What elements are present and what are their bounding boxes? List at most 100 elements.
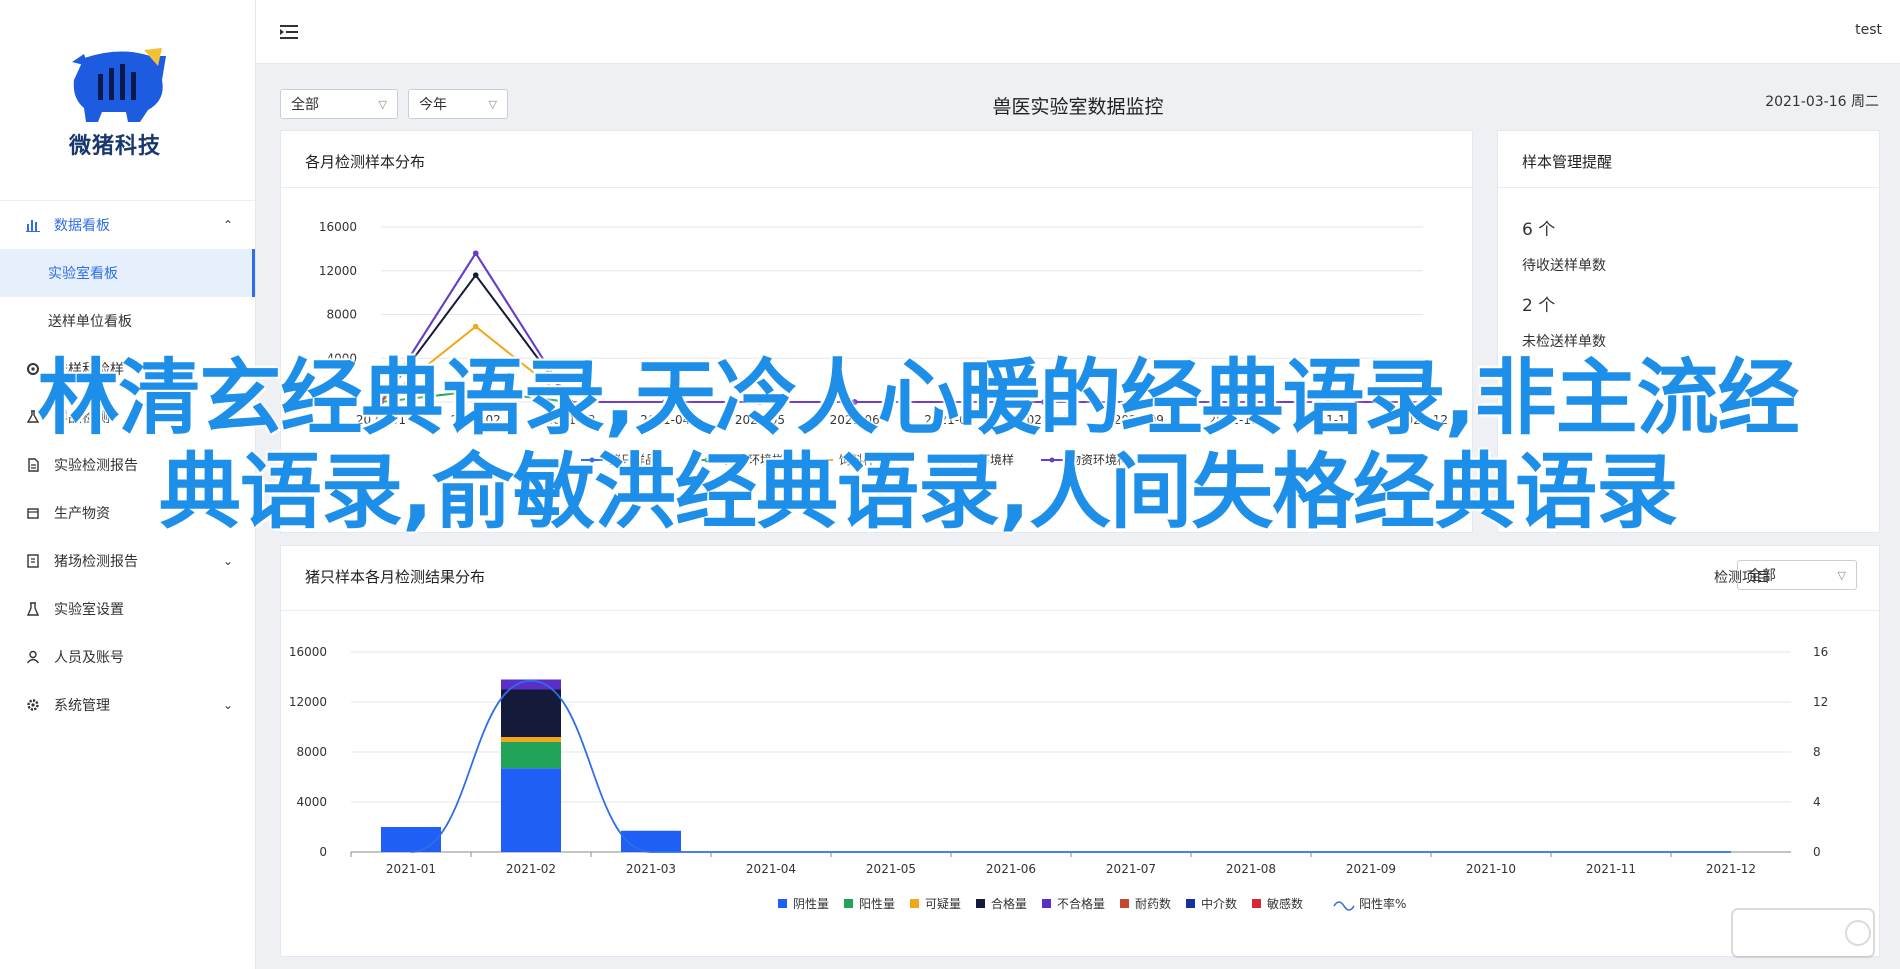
legend-swatch: [844, 899, 853, 908]
report-icon: [24, 552, 42, 570]
y2-tick-label: 12: [1813, 695, 1828, 709]
bar-segment: [501, 737, 561, 742]
topbar: test: [256, 0, 1900, 64]
legend-swatch: [976, 899, 985, 908]
sidebar-item-farm-report[interactable]: 猪场检测报告 ⌄: [0, 537, 255, 585]
legend-label: 耐药数: [1135, 896, 1171, 911]
lab-icon: [24, 600, 42, 618]
sidebar-item-label: 系统管理: [54, 698, 110, 714]
card-divider: [281, 187, 1472, 188]
sidebar-item-system[interactable]: 系统管理 ⌄: [0, 681, 255, 729]
overlay-banner-text: 林清玄经典语录,天冷人心暖的经典语录,非主流经典语录,俞敏洪经典语录,人间失格经…: [37, 351, 1799, 540]
x-tick-label: 2021-06: [986, 862, 1036, 876]
card-title: 样本管理提醒: [1522, 153, 1613, 171]
result-distribution-card: 猪只样本各月检测结果分布 检测项目 全部 ▽ 0 4000 8000 12000 160…: [280, 545, 1880, 957]
y-tick-label: 12000: [289, 695, 327, 709]
x-tick-label: 2021-03: [626, 862, 676, 876]
x-tick-label: 2021-10: [1466, 862, 1516, 876]
legend-label: 阳性率%: [1359, 896, 1406, 911]
y2-tick-label: 4: [1813, 795, 1821, 809]
sidebar-item-label: 猪场检测报告: [54, 554, 138, 570]
card-title: 猪只样本各月检测结果分布: [305, 568, 486, 586]
legend-swatch: [1252, 899, 1261, 908]
data-point: [472, 250, 479, 257]
pig-logo-icon: [72, 48, 166, 122]
y2-tick-label: 8: [1813, 745, 1821, 759]
legend-swatch: [1186, 899, 1195, 908]
bar-segment: [501, 768, 561, 852]
chevron-up-icon: ⌃: [222, 218, 233, 232]
y-tick-label: 8000: [326, 308, 357, 322]
page-title: 兽医实验室数据监控: [992, 96, 1164, 118]
sidebar-subitem-lab-board[interactable]: 实验室看板: [0, 249, 255, 297]
y-tick-label: 16000: [289, 645, 327, 659]
rate-line: [410, 679, 1731, 853]
y-tick-label: 16000: [319, 220, 357, 234]
legend-label: 可疑量: [925, 896, 961, 911]
detect-item-select[interactable]: 全部 ▽: [1737, 560, 1857, 590]
sidebar-item-label: 人员及账号: [54, 650, 124, 666]
chevron-down-icon: ▽: [1837, 568, 1846, 582]
y-tick-label: 8000: [296, 745, 327, 759]
sidebar-item-label: 实验室设置: [54, 602, 124, 618]
y2-tick-label: 0: [1813, 845, 1821, 859]
x-tick-label: 2021-08: [1226, 862, 1276, 876]
card-divider: [1498, 187, 1879, 188]
x-tick-label: 2021-02: [506, 862, 556, 876]
legend-swatch: [1120, 899, 1129, 908]
data-point: [472, 272, 479, 278]
x-tick-label: 2021-04: [746, 862, 796, 876]
x-tick-label: 2021-09: [1346, 862, 1396, 876]
data-point: [472, 323, 479, 330]
sidebar-subitem-unit-board[interactable]: 送样单位看板: [0, 297, 255, 345]
x-tick-label: 2021-01: [386, 862, 436, 876]
card-title: 各月检测样本分布: [305, 153, 426, 171]
legend-label: 中介数: [1201, 896, 1237, 911]
legend-label: 阴性量: [793, 897, 829, 911]
legend-label: 阳性量: [859, 897, 895, 911]
bar-chart-icon: [24, 216, 42, 234]
brand-name: 微猪科技: [68, 134, 161, 159]
bar-segment: [621, 830, 681, 852]
bar-segment: [501, 742, 561, 769]
settings-icon: [24, 696, 42, 714]
watermark-logo-icon: [1731, 908, 1875, 958]
chevron-down-icon: ⌄: [222, 698, 233, 712]
legend-line: [1333, 901, 1355, 911]
y-tick-label: 0: [319, 845, 327, 859]
pending-receive-label: 待收送样单数: [1522, 258, 1606, 274]
x-tick-label: 2021-12: [1706, 862, 1756, 876]
bar-segment: [501, 689, 561, 737]
pending-receive-count[interactable]: 6 个: [1522, 215, 1555, 240]
legend-swatch: [1042, 899, 1051, 908]
sidebar-item-dashboard[interactable]: 数据看板 ⌃: [0, 201, 255, 249]
sidebar-item-label: 数据看板: [54, 218, 110, 234]
user-name[interactable]: test: [1855, 22, 1882, 38]
y-tick-label: 12000: [319, 264, 357, 278]
chevron-down-icon: ⌄: [222, 554, 233, 568]
bar-segment: [381, 827, 441, 852]
detect-item-value: 全部: [1748, 568, 1776, 584]
legend-label: 敏感数: [1267, 896, 1303, 911]
x-tick-label: 2021-11: [1586, 862, 1636, 876]
current-date: 2021-03-16 周二: [1765, 94, 1879, 110]
y2-tick-label: 16: [1813, 645, 1828, 659]
sidebar-subitem-label: 送样单位看板: [48, 314, 132, 330]
logo[interactable]: 微猪科技: [0, 0, 255, 201]
result-bar-chart: 0 4000 8000 12000 16000 0 4 8 12 16 2021-01 2021-02…: [289, 645, 1828, 911]
user-icon: [24, 648, 42, 666]
legend-label: 合格量: [991, 896, 1027, 911]
legend-swatch: [778, 899, 787, 908]
untested-label: 未检送样单数: [1522, 334, 1606, 350]
x-tick-label: 2021-05: [866, 862, 916, 876]
y-tick-label: 4000: [296, 795, 327, 809]
sidebar-item-accounts[interactable]: 人员及账号: [0, 633, 255, 681]
sidebar-subitem-label: 实验室看板: [48, 266, 118, 282]
card-divider: [281, 610, 1879, 611]
legend-label: 不合格量: [1057, 896, 1105, 911]
sidebar-item-lab-settings[interactable]: 实验室设置: [0, 585, 255, 633]
untested-count[interactable]: 2 个: [1522, 291, 1555, 316]
legend-swatch: [910, 899, 919, 908]
x-tick-label: 2021-07: [1106, 862, 1156, 876]
menu-fold-icon[interactable]: [280, 23, 300, 41]
